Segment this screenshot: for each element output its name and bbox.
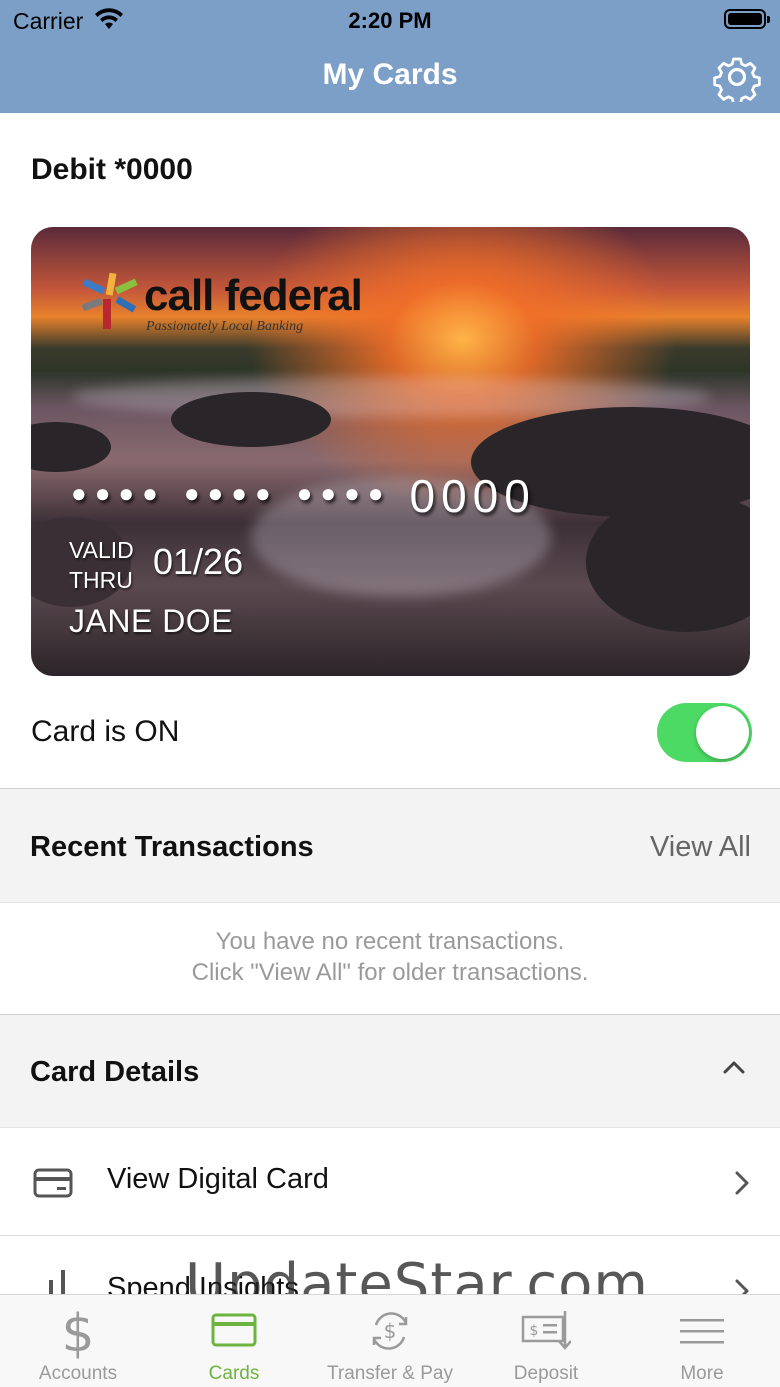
brand-name: call federal — [144, 271, 363, 320]
dollar-icon: $ — [61, 1307, 94, 1359]
card-status-label: Card is ON — [31, 715, 180, 748]
svg-text:$: $ — [61, 1307, 94, 1359]
toggle-knob — [696, 706, 749, 759]
tab-label: Accounts — [38, 1363, 118, 1384]
card-expiry: 01/26 — [153, 541, 244, 582]
tab-accounts[interactable]: $ Accounts — [0, 1295, 156, 1387]
rock — [31, 422, 111, 472]
masked-group: ●●●● — [183, 478, 279, 508]
valid-label: VALID — [69, 537, 134, 563]
debit-card[interactable]: call federal Passionately Local Banking … — [31, 227, 750, 676]
tab-more[interactable]: More — [624, 1295, 780, 1387]
masked-group: ●●●● — [71, 478, 166, 508]
tab-bar: $ Accounts Cards $ Transfer & Pay $ Depo… — [0, 1294, 780, 1387]
empty-line: Click "View All" for older transactions. — [191, 959, 589, 986]
rock — [171, 392, 331, 447]
tab-deposit[interactable]: $ Deposit — [468, 1295, 624, 1387]
view-digital-card-row[interactable]: View Digital Card — [0, 1128, 780, 1236]
card-title: Debit *0000 — [31, 153, 193, 186]
nav-header: Carrier 2:20 PM My Cards — [0, 0, 780, 113]
tab-cards[interactable]: Cards — [156, 1295, 312, 1387]
clock: 2:20 PM — [348, 8, 432, 33]
tab-label: Transfer & Pay — [326, 1363, 453, 1384]
empty-transactions-message: You have no recent transactions. Click "… — [0, 926, 780, 988]
valid-thru-label: VALID THRU — [69, 535, 134, 595]
call-federal-logo-icon — [81, 272, 138, 329]
recent-transactions-header: Recent Transactions View All — [0, 788, 780, 903]
card-toggle-switch[interactable] — [657, 703, 752, 762]
status-bar: Carrier 2:20 PM — [0, 0, 780, 40]
menu-icon — [680, 1319, 724, 1344]
tab-label: More — [680, 1363, 724, 1384]
row-label: View Digital Card — [107, 1163, 329, 1195]
card-number: ●●●● ●●●● ●●●● 0000 — [71, 469, 536, 523]
page-title: My Cards — [322, 58, 458, 91]
check-deposit-icon: $ — [521, 1311, 571, 1350]
card-icon — [211, 1313, 257, 1347]
card-details-header[interactable]: Card Details — [0, 1014, 780, 1128]
svg-text:$: $ — [384, 1319, 397, 1343]
brand-tagline: Passionately Local Banking — [146, 319, 304, 334]
tab-label: Cards — [208, 1363, 260, 1384]
transfer-icon: $ — [372, 1312, 408, 1350]
card-last-four: 0000 — [409, 470, 536, 522]
section-title: Recent Transactions — [30, 831, 314, 863]
chevron-up-icon[interactable] — [722, 1059, 746, 1075]
svg-text:$: $ — [530, 1323, 539, 1339]
credit-card-icon — [33, 1168, 73, 1198]
masked-group: ●●●● — [296, 478, 392, 508]
empty-line: You have no recent transactions. — [215, 928, 565, 955]
tab-transfer-pay[interactable]: $ Transfer & Pay — [312, 1295, 468, 1387]
section-title: Card Details — [30, 1056, 200, 1088]
thru-label: THRU — [69, 567, 133, 593]
chevron-right-icon — [735, 1171, 749, 1195]
card-holder: JANE DOE — [69, 603, 234, 639]
tab-label: Deposit — [513, 1363, 579, 1384]
gear-icon[interactable] — [712, 52, 762, 102]
view-all-link[interactable]: View All — [650, 831, 751, 864]
battery-icon — [724, 9, 770, 29]
